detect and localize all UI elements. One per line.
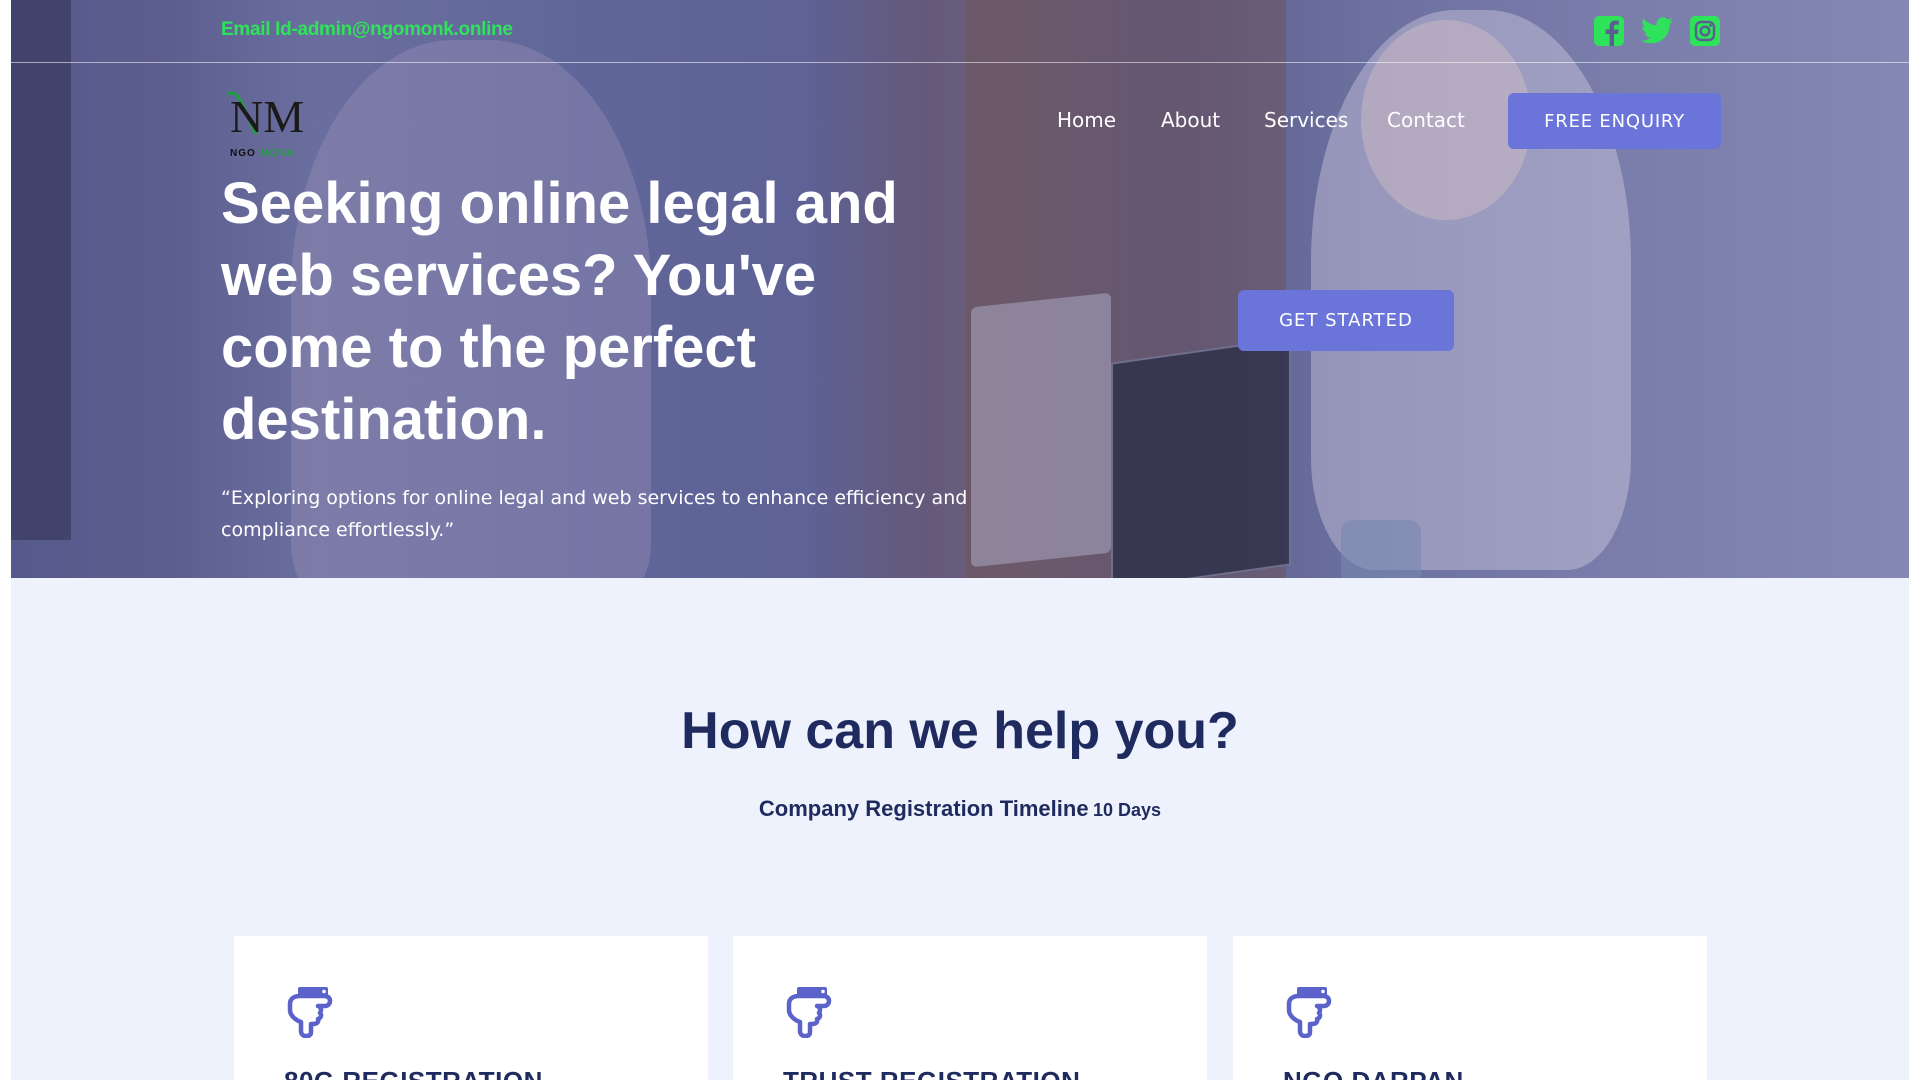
service-card-title: 80G REGISTRATION bbox=[284, 1066, 543, 1080]
nav-services[interactable]: Services bbox=[1264, 108, 1348, 132]
page: Email Id-admin@ngomonk.online NM NGO MON… bbox=[0, 0, 1920, 1080]
topbar-divider bbox=[11, 62, 1909, 63]
nav-about[interactable]: About bbox=[1161, 108, 1220, 132]
timeline-text: Company Registration Timeline 10 Days bbox=[0, 796, 1920, 822]
topbar-email-link[interactable]: Email Id-admin@ngomonk.online bbox=[221, 19, 513, 41]
logo-mark: NM bbox=[230, 91, 304, 142]
facebook-icon[interactable] bbox=[1594, 16, 1624, 46]
pointing-hand-icon bbox=[1286, 987, 1332, 1038]
service-card-ngo-darpan[interactable]: NGO DARPAN bbox=[1233, 936, 1707, 1080]
timeline-value: 10 Days bbox=[1093, 800, 1162, 820]
hero-photo-mug bbox=[1341, 520, 1421, 578]
get-started-button[interactable]: GET STARTED bbox=[1238, 290, 1454, 351]
twitter-icon[interactable] bbox=[1640, 16, 1674, 46]
nav-contact[interactable]: Contact bbox=[1387, 108, 1465, 132]
hero-photo-laptop-lid bbox=[971, 292, 1111, 568]
instagram-icon[interactable] bbox=[1690, 16, 1720, 46]
service-card-title: TRUST REGISTRATION bbox=[783, 1066, 1080, 1080]
hero-subtitle: “Exploring options for online legal and … bbox=[221, 487, 968, 541]
nav-home[interactable]: Home bbox=[1057, 108, 1116, 132]
logo-wordmark-ngo: NGO bbox=[230, 148, 256, 158]
free-enquiry-button[interactable]: FREE ENQUIRY bbox=[1508, 93, 1721, 149]
hero-photo-laptop bbox=[1111, 337, 1291, 578]
pointing-hand-icon bbox=[786, 987, 832, 1038]
help-title: How can we help you? bbox=[681, 702, 1239, 760]
service-card-trust[interactable]: TRUST REGISTRATION bbox=[733, 936, 1207, 1080]
site-logo[interactable]: NM NGO MONK bbox=[220, 86, 310, 159]
timeline-label: Company Registration Timeline bbox=[758, 796, 1089, 821]
hero-title: Seeking online legal and web services? Y… bbox=[221, 171, 898, 452]
service-card-title: NGO DARPAN bbox=[1283, 1066, 1464, 1080]
hero-photo-window bbox=[11, 0, 71, 540]
service-card-80g[interactable]: 80G REGISTRATION bbox=[234, 936, 708, 1080]
pointing-hand-icon bbox=[287, 987, 333, 1038]
logo-wordmark-monk: MONK bbox=[260, 148, 295, 158]
